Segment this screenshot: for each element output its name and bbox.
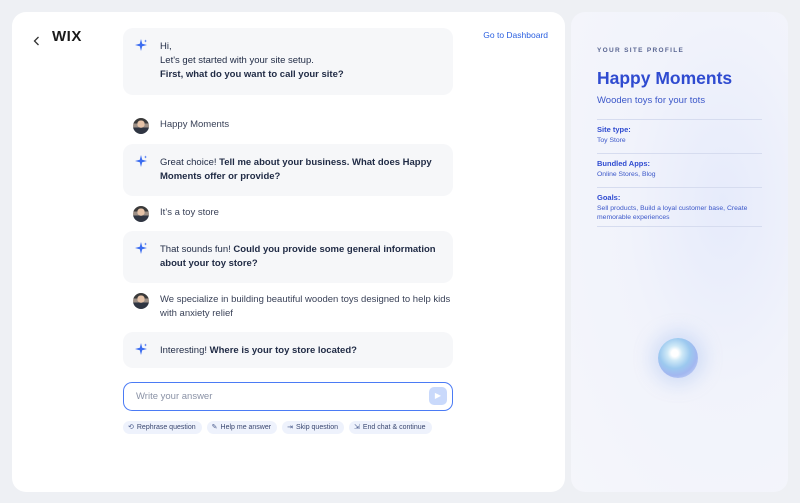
end-chat-button[interactable]: ⇲ End chat & continue [349, 421, 432, 434]
divider [597, 226, 762, 227]
rephrase-question-button[interactable]: ⟲ Rephrase question [123, 421, 202, 434]
goals-label: Goals: [597, 193, 621, 202]
site-type-value: Toy Store [597, 137, 626, 144]
chip-label: Skip question [295, 424, 338, 431]
user-message: We specialize in building beautiful wood… [133, 293, 453, 321]
bundled-apps-value: Online Stores, Blog [597, 171, 656, 178]
avatar [133, 118, 149, 134]
assistant-message: Hi, Let's get started with your site set… [123, 28, 453, 95]
sparkle-icon [135, 155, 147, 167]
profile-title: Happy Moments [597, 68, 733, 88]
profile-subtitle: Wooden toys for your tots [597, 95, 706, 106]
go-to-dashboard-link[interactable]: Go to Dashboard [483, 30, 548, 40]
send-icon: ▶ [434, 391, 442, 400]
answer-input-box: ▶ [123, 382, 453, 411]
message-text: Great choice! [160, 157, 220, 168]
ai-orb-icon [658, 338, 698, 378]
message-line: Let's get started with your site setup. [160, 55, 314, 66]
sparkle-icon [135, 39, 147, 51]
profile-kicker: YOUR SITE PROFILE [597, 47, 685, 54]
divider [597, 119, 762, 120]
divider [597, 187, 762, 188]
user-message: It’s a toy store [133, 206, 453, 222]
goals-value: Sell products, Build a loyal customer ba… [597, 205, 748, 221]
site-profile-panel: YOUR SITE PROFILE Happy Moments Wooden t… [571, 12, 788, 492]
bundled-apps-label: Bundled Apps: [597, 159, 651, 168]
wand-icon: ✎ [211, 424, 218, 431]
divider [597, 153, 762, 154]
chat-panel: WIX Go to Dashboard Hi, Let's get starte… [12, 12, 565, 492]
assistant-message: That sounds fun! Could you provide some … [123, 231, 453, 283]
message-line: Hi, [160, 41, 172, 52]
sparkle-icon [135, 343, 147, 355]
refresh-icon: ⟲ [128, 424, 134, 431]
message-text: Happy Moments [160, 119, 230, 130]
chevron-left-icon[interactable] [30, 34, 44, 48]
message-question: Where is your toy store located? [209, 345, 357, 356]
avatar [133, 293, 149, 309]
message-text: Interesting! [160, 345, 210, 356]
assistant-message: Great choice! Tell me about your busines… [123, 144, 453, 196]
sparkle-icon [135, 242, 147, 254]
site-type-label: Site type: [597, 125, 631, 134]
answer-input[interactable] [124, 383, 414, 409]
help-me-answer-button[interactable]: ✎ Help me answer [206, 421, 278, 434]
user-message: Happy Moments [133, 118, 453, 134]
skip-question-button[interactable]: ⇥ Skip question [282, 421, 344, 434]
assistant-message: Interesting! Where is your toy store loc… [123, 332, 453, 368]
send-button[interactable]: ▶ [429, 387, 447, 405]
exit-icon: ⇲ [354, 424, 360, 431]
message-text: We specialize in building beautiful wood… [160, 294, 451, 319]
suggestion-chips: ⟲ Rephrase question ✎ Help me answer ⇥ S… [123, 421, 432, 434]
message-text: That sounds fun! [160, 244, 234, 255]
message-text: It’s a toy store [160, 207, 219, 218]
skip-icon: ⇥ [287, 424, 293, 431]
chip-label: Help me answer [220, 424, 272, 431]
message-question: First, what do you want to call your sit… [160, 69, 344, 80]
wix-logo: WIX [52, 28, 82, 45]
chip-label: Rephrase question [136, 424, 196, 431]
avatar [133, 206, 149, 222]
chip-label: End chat & continue [362, 424, 426, 431]
